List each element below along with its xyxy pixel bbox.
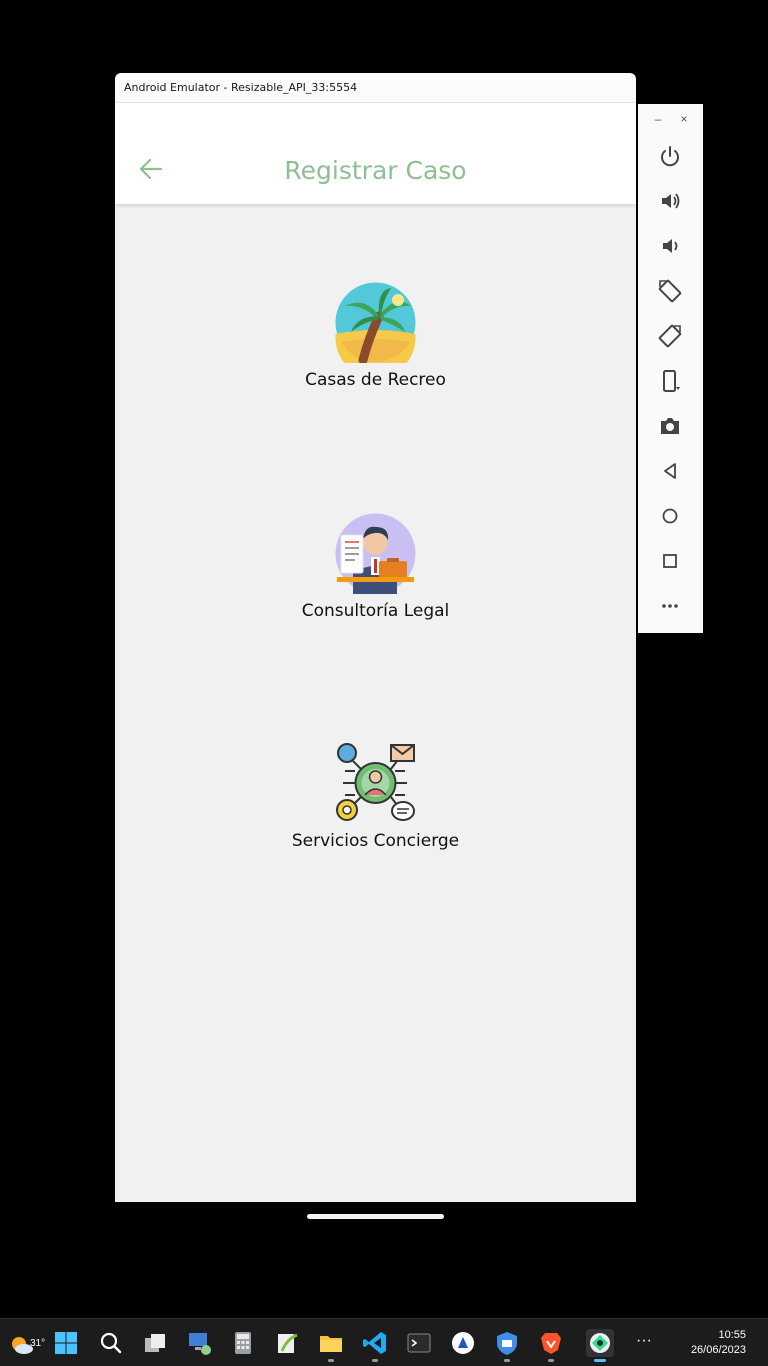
android-home-button[interactable] [656, 502, 684, 530]
volume-down-icon [663, 239, 678, 253]
volume-up-button[interactable] [656, 187, 684, 215]
network-computer-icon [189, 1333, 211, 1355]
power-button[interactable] [656, 142, 684, 170]
taskbar-app-file-explorer[interactable] [317, 1329, 345, 1357]
taskbar-app-network[interactable] [185, 1329, 213, 1357]
android-studio-icon [590, 1333, 610, 1353]
taskbar-app-vscode[interactable] [361, 1329, 389, 1357]
rotate-right-icon [658, 324, 682, 348]
rotate-right-button[interactable] [656, 322, 684, 350]
fold-icon [663, 370, 680, 392]
system-clock[interactable]: 10:55 26/06/2023 [691, 1328, 746, 1358]
overview-icon [663, 554, 677, 568]
concierge-network-icon [336, 743, 415, 821]
app-bar: Registrar Caso [115, 103, 636, 204]
android-back-button[interactable] [656, 457, 684, 485]
rotate-left-button[interactable] [656, 277, 684, 305]
menu-item-label: Casas de Recreo [305, 370, 446, 390]
active-indicator [594, 1359, 606, 1362]
menu-item-label: Servicios Concierge [291, 831, 460, 851]
back-icon [664, 463, 676, 479]
home-icon [662, 508, 678, 524]
more-icon [662, 604, 678, 608]
camera-icon [661, 418, 679, 434]
running-indicator [372, 1359, 378, 1362]
windows-taskbar: 31° ··· 10:55 26/06/2023 [0, 1318, 768, 1366]
windows-logo-icon [55, 1332, 77, 1354]
task-view-button[interactable] [141, 1329, 169, 1357]
palm-beach-icon [335, 282, 416, 363]
minimize-button[interactable]: – [651, 112, 665, 128]
window-titlebar[interactable]: Android Emulator - Resizable_API_33:5554 [115, 73, 636, 103]
lawyer-icon [335, 513, 416, 594]
taskbar-app-android-studio[interactable] [586, 1329, 614, 1357]
menu-item-servicios-concierge[interactable]: Servicios Concierge [115, 743, 636, 863]
page-title: Registrar Caso [284, 156, 467, 185]
running-indicator [504, 1359, 510, 1362]
fold-button[interactable] [656, 367, 684, 395]
vscode-icon [363, 1332, 386, 1354]
camera-button[interactable] [656, 412, 684, 440]
emulator-toolbar: – × [638, 104, 703, 633]
running-indicator [328, 1359, 334, 1362]
running-indicator [548, 1359, 554, 1362]
home-gesture-handle[interactable] [307, 1214, 444, 1219]
clock-time: 10:55 [718, 1329, 746, 1341]
taskbar-overflow-button[interactable]: ··· [630, 1329, 658, 1357]
weather-temp: 31° [30, 1338, 46, 1349]
volume-up-icon [662, 193, 680, 209]
taskbar-app-terminal[interactable] [405, 1329, 433, 1357]
rotate-left-icon [658, 279, 682, 303]
taskbar-app-shield[interactable] [493, 1329, 521, 1357]
weather-widget[interactable]: 31° [8, 1329, 45, 1357]
folder-icon [320, 1336, 342, 1352]
search-button[interactable] [97, 1329, 125, 1357]
menu-item-casas-de-recreo[interactable]: Casas de Recreo [115, 282, 636, 402]
toolbar-window-controls: – × [638, 112, 703, 130]
menu-item-label: Consultoría Legal [301, 601, 450, 621]
app-circle-icon [452, 1332, 474, 1354]
menu-item-consultoria-legal[interactable]: Consultoría Legal [115, 513, 636, 633]
android-overview-button[interactable] [656, 547, 684, 575]
clock-date: 26/06/2023 [690, 1344, 746, 1356]
calculator-icon [235, 1332, 251, 1354]
taskbar-app-notepad[interactable] [273, 1329, 301, 1357]
gesture-nav-bar [115, 1202, 636, 1232]
emulator-window: Android Emulator - Resizable_API_33:5554… [115, 73, 636, 1232]
taskbar-app-brave[interactable] [537, 1329, 565, 1357]
brave-icon [541, 1333, 561, 1354]
window-title: Android Emulator - Resizable_API_33:5554 [124, 81, 358, 94]
taskbar-app-blue[interactable] [449, 1329, 477, 1357]
task-view-icon [145, 1334, 165, 1352]
notepad-plus-icon [278, 1333, 298, 1353]
terminal-icon [407, 1333, 431, 1353]
start-button[interactable] [52, 1329, 80, 1357]
android-screen: Registrar Caso Casas de Recreo Consultor… [115, 103, 636, 1202]
more-options-button[interactable] [656, 592, 684, 620]
volume-down-button[interactable] [656, 232, 684, 260]
shield-icon [497, 1332, 517, 1355]
close-button[interactable]: × [677, 112, 691, 128]
taskbar-app-calculator[interactable] [229, 1329, 257, 1357]
search-icon [100, 1332, 122, 1354]
power-icon [661, 146, 679, 167]
